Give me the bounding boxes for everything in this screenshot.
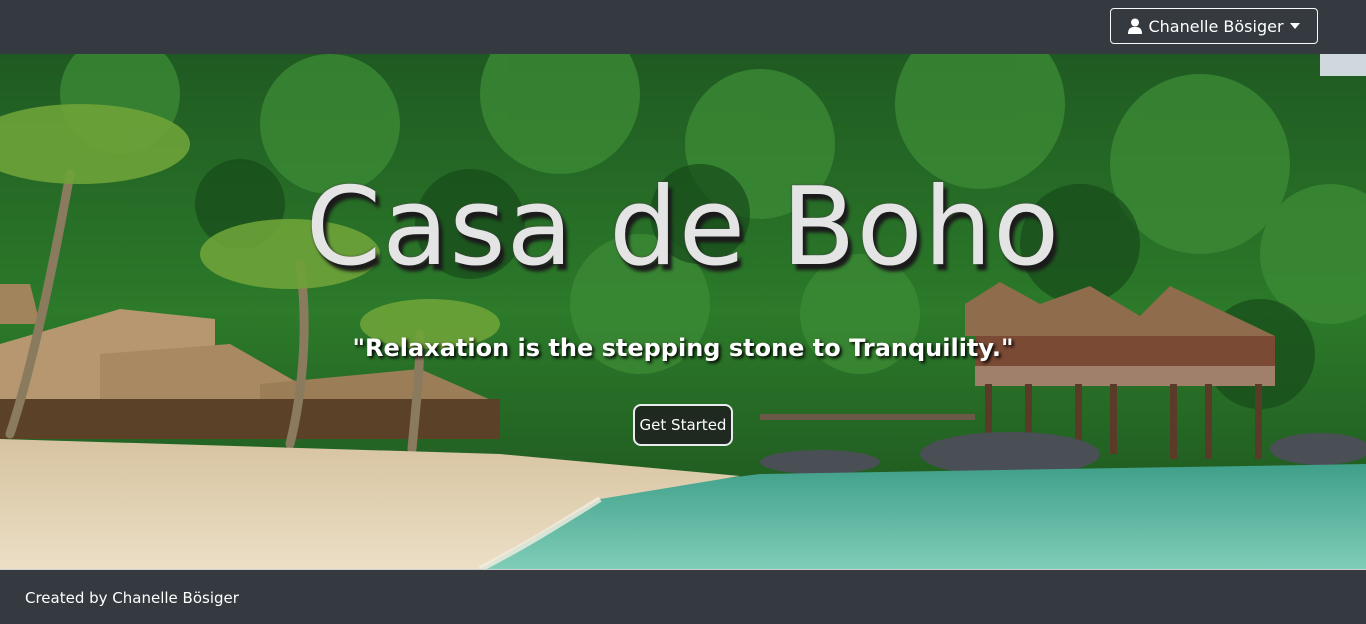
hero-background-image — [0, 54, 1366, 569]
navbar: Chanelle Bösiger — [0, 0, 1366, 54]
user-icon — [1128, 18, 1143, 34]
user-menu-button[interactable]: Chanelle Bösiger — [1110, 8, 1318, 44]
footer-credit: Created by Chanelle Bösiger — [25, 589, 239, 607]
user-name: Chanelle Bösiger — [1148, 16, 1284, 36]
footer: Created by Chanelle Bösiger — [0, 569, 1366, 624]
hero-section: Casa de Boho "Relaxation is the stepping… — [0, 54, 1366, 569]
get-started-button[interactable]: Get Started — [633, 404, 733, 446]
caret-down-icon — [1289, 23, 1300, 29]
hero-quote: "Relaxation is the stepping stone to Tra… — [352, 334, 1014, 362]
hero-title: Casa de Boho — [305, 165, 1061, 290]
